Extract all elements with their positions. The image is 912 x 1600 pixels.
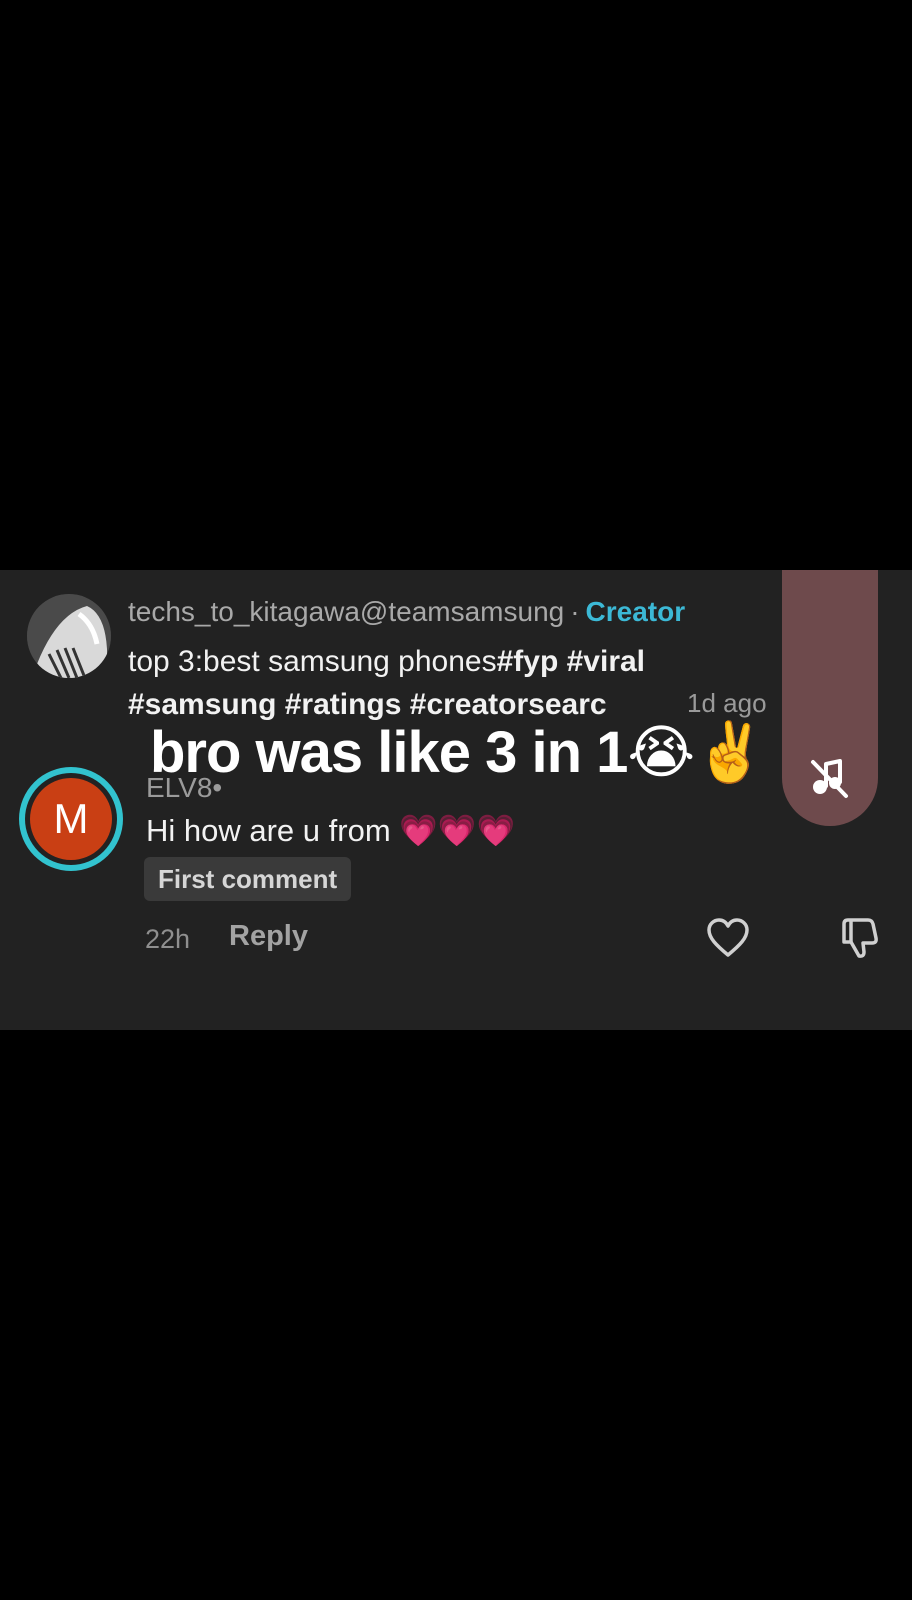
- avatar-letter: M: [30, 778, 112, 860]
- first-comment-tag: First comment: [144, 857, 352, 901]
- thumbs-down-icon[interactable]: [838, 916, 882, 960]
- music-pill[interactable]: [782, 570, 878, 826]
- comment-username[interactable]: ELV8•: [146, 772, 222, 804]
- music-muted-icon[interactable]: [808, 756, 852, 800]
- creator-username-line[interactable]: techs_to_kitagawa@teamsamsung · Creator: [128, 596, 685, 628]
- creator-badge: Creator: [585, 596, 686, 627]
- comment-avatar[interactable]: M: [19, 767, 123, 871]
- comment-text: Hi how are u from 💗💗💗: [146, 813, 516, 848]
- creator-avatar[interactable]: [27, 594, 111, 678]
- creator-username[interactable]: techs_to_kitagawa@teamsamsung: [128, 596, 564, 627]
- reply-button[interactable]: Reply: [229, 920, 308, 953]
- separator-dot: ·: [570, 596, 580, 627]
- caption-fade: [600, 683, 685, 723]
- caption-text: top 3:best samsung phones: [128, 645, 497, 678]
- comment-time: 22h: [145, 924, 191, 954]
- comments-panel: techs_to_kitagawa@teamsamsung · Creator to…: [0, 570, 912, 1030]
- heart-icon[interactable]: [706, 917, 750, 959]
- video-overlay-caption: bro was like 3 in 1😭✌️: [150, 720, 766, 785]
- creator-post-time: 1d ago: [687, 688, 767, 718]
